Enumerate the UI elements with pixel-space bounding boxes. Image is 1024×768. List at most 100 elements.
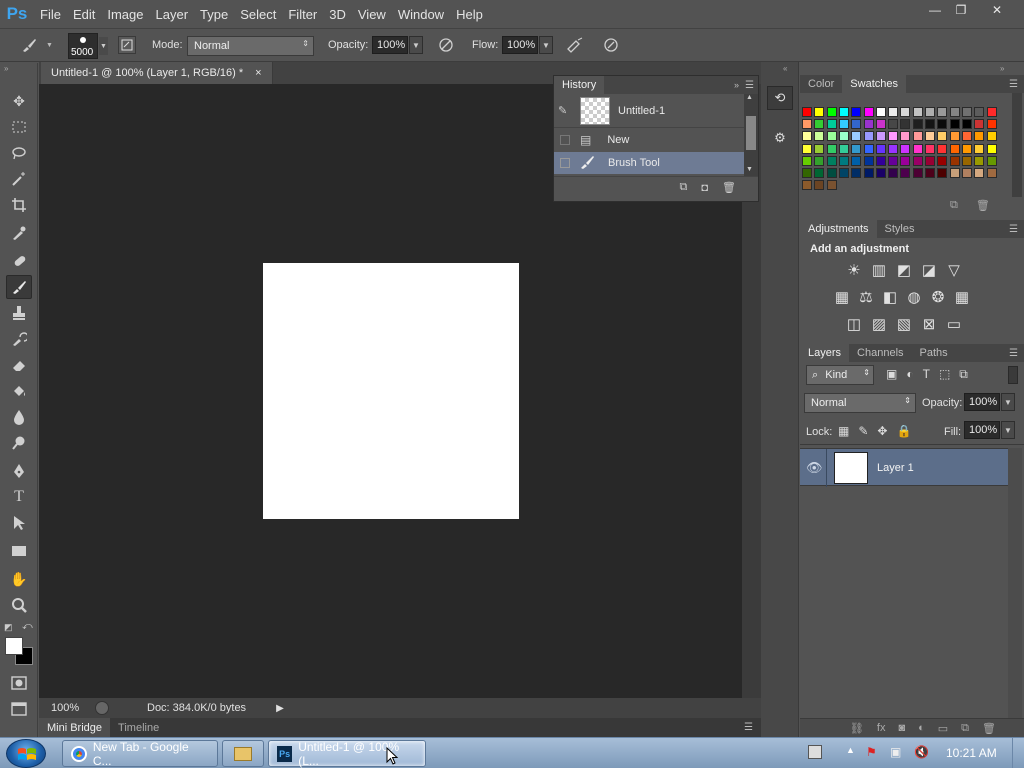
photo-filter-icon[interactable]: ◍ (904, 287, 924, 307)
brush-preset-dropdown-icon[interactable]: ▼ (46, 42, 53, 49)
type-tool-icon[interactable]: T (6, 485, 32, 509)
add-mask-icon[interactable]: ◙ (898, 722, 905, 734)
levels-icon[interactable]: ▥ (869, 260, 889, 280)
scroll-up-icon[interactable]: ▲ (746, 94, 753, 101)
color-swatch[interactable] (925, 107, 935, 117)
delete-layer-icon[interactable]: 🗑 (982, 722, 996, 735)
fill-dropdown-icon[interactable]: ▼ (1001, 421, 1015, 439)
color-swatch[interactable] (912, 168, 923, 178)
color-swatch[interactable] (814, 143, 825, 154)
taskbar-clock[interactable]: 10:21 AM (946, 746, 997, 760)
scroll-down-icon[interactable]: ▼ (746, 166, 753, 173)
blur-tool-icon[interactable] (6, 405, 32, 429)
layer-style-icon[interactable]: fx (877, 722, 886, 734)
action-center-icon[interactable] (808, 745, 822, 759)
new-document-from-state-icon[interactable]: ⧉ (680, 181, 688, 194)
color-swatch[interactable] (875, 168, 886, 178)
status-menu-arrow-icon[interactable]: ▶ (276, 703, 284, 714)
history-scrollbar[interactable]: ▲ ▼ (744, 94, 758, 176)
show-desktop-button[interactable] (1012, 738, 1024, 768)
color-swatch[interactable] (826, 180, 837, 191)
color-swatch[interactable] (802, 107, 812, 117)
document-tab[interactable]: Untitled-1 @ 100% (Layer 1, RGB/16) * × (41, 62, 273, 84)
color-swatch[interactable] (838, 143, 849, 154)
color-swatch[interactable] (888, 168, 899, 178)
filter-adjustment-icon[interactable]: ◐ (906, 367, 913, 382)
menu-help[interactable]: Help (456, 7, 494, 22)
color-swatch[interactable] (912, 107, 923, 117)
eraser-tool-icon[interactable] (6, 353, 32, 377)
gradient-map-icon[interactable]: ▭ (944, 314, 964, 334)
default-colors-icon[interactable]: ◩ (4, 622, 13, 633)
filter-shape-icon[interactable]: ⬚ (939, 367, 950, 382)
color-swatch[interactable] (838, 155, 849, 166)
color-swatch[interactable] (814, 168, 825, 178)
exposure-icon[interactable]: ◪ (919, 260, 939, 280)
color-swatch[interactable] (900, 119, 911, 130)
history-item-new[interactable]: ▤ New (554, 129, 744, 151)
menu-window[interactable]: Window (398, 7, 455, 22)
color-lookup-icon[interactable]: ▦ (952, 287, 972, 307)
color-swatch[interactable] (838, 107, 849, 117)
history-menu-icon[interactable]: ☰ (745, 80, 754, 91)
color-swatch[interactable] (986, 119, 997, 130)
color-swatch[interactable] (961, 119, 972, 130)
history-scroll-thumb[interactable] (746, 116, 756, 150)
color-swatch[interactable] (826, 155, 837, 166)
filter-smart-object-icon[interactable]: ⧉ (959, 367, 968, 382)
volume-muted-icon[interactable]: 🔇 (914, 745, 930, 761)
history-item-brush-tool[interactable]: Brush Tool (554, 152, 744, 174)
color-swatch[interactable] (875, 155, 886, 166)
magic-wand-tool-icon[interactable] (6, 167, 32, 191)
toolbox-collapse-icon[interactable]: » (4, 64, 8, 73)
color-swatch[interactable] (888, 119, 899, 130)
start-button[interactable] (6, 739, 46, 768)
new-snapshot-icon[interactable]: ◘ (701, 182, 708, 194)
menu-select[interactable]: Select (240, 7, 287, 22)
menu-layer[interactable]: Layer (156, 7, 200, 22)
show-hidden-icons-icon[interactable]: ▲ (846, 745, 855, 755)
menu-image[interactable]: Image (107, 7, 154, 22)
color-swatch[interactable] (875, 119, 886, 130)
color-swatch[interactable] (937, 119, 948, 130)
color-swatch[interactable] (838, 131, 849, 142)
color-swatch[interactable] (986, 131, 997, 142)
color-balance-icon[interactable]: ⚖ (856, 287, 876, 307)
color-swatch[interactable] (925, 168, 935, 178)
tab-history[interactable]: History (554, 76, 605, 94)
layer-opacity-dropdown-icon[interactable]: ▼ (1001, 393, 1015, 411)
tab-paths[interactable]: Paths (912, 344, 956, 362)
swatches-menu-icon[interactable]: ☰ (1009, 79, 1018, 90)
color-swatch[interactable] (851, 131, 862, 142)
airbrush-icon[interactable] (566, 36, 584, 54)
zoom-level[interactable]: 100% (51, 702, 91, 714)
new-layer-icon[interactable]: ⧉ (961, 722, 969, 735)
brush-tool-icon[interactable] (6, 275, 32, 299)
layer-filter-select[interactable]: ⌕ Kind ⇕ (806, 365, 874, 385)
color-swatch[interactable] (937, 143, 948, 154)
menu-type[interactable]: Type (200, 7, 239, 22)
color-swatch[interactable] (900, 143, 911, 154)
screen-mode-icon[interactable] (6, 697, 32, 721)
swatches-scrollbar[interactable] (1012, 93, 1022, 197)
taskbar-chrome-button[interactable]: New Tab - Google C... (62, 740, 218, 768)
color-swatch[interactable] (912, 119, 923, 130)
color-swatch[interactable] (802, 168, 812, 178)
history-collapse-icon[interactable]: » (734, 80, 739, 90)
color-swatch[interactable] (900, 155, 911, 166)
color-swatch[interactable] (851, 168, 862, 178)
selective-color-icon[interactable]: ⊠ (919, 314, 939, 334)
pressure-opacity-icon[interactable] (437, 36, 455, 54)
color-swatch[interactable] (912, 131, 923, 142)
color-swatch[interactable] (900, 131, 911, 142)
filter-pixel-icon[interactable]: ▣ (886, 367, 897, 382)
color-swatch[interactable] (912, 143, 923, 154)
tab-swatches[interactable]: Swatches (842, 75, 906, 93)
color-swatch[interactable] (814, 180, 825, 191)
pressure-size-icon[interactable] (602, 36, 620, 54)
color-swatch[interactable] (925, 131, 935, 142)
path-selection-tool-icon[interactable] (6, 511, 32, 535)
delete-state-icon[interactable]: 🗑 (722, 181, 736, 194)
color-swatch[interactable] (986, 155, 997, 166)
color-swatch[interactable] (888, 107, 899, 117)
